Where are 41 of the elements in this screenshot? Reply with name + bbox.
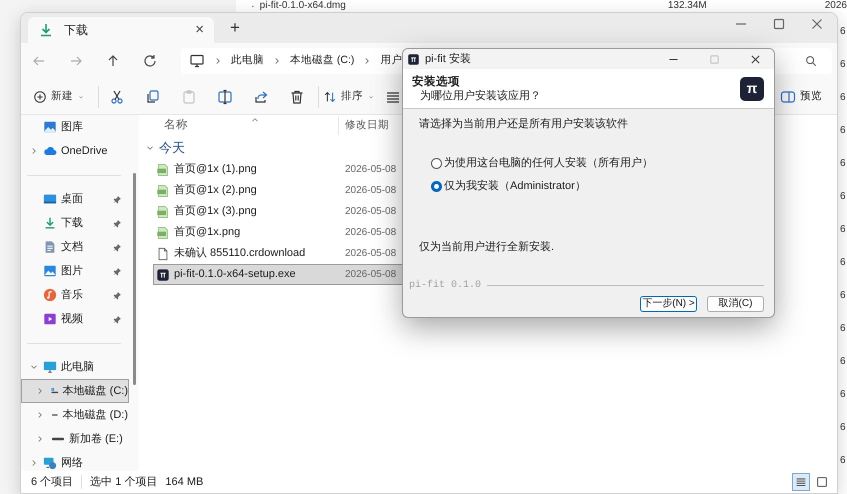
dialog-title: pi-fit 安装 — [425, 52, 471, 67]
cut-text: 6 — [840, 388, 846, 402]
date-cell-text: 2026-05-08 — [344, 205, 396, 219]
date-cell-text: 2026-05-08 — [344, 247, 396, 261]
cut-text: 6 — [840, 58, 846, 72]
file-name: 首页@1x (2).png — [174, 183, 257, 198]
prompt-text: 请选择为当前用户还是所有用户安装该软件 — [419, 117, 629, 131]
selection-count: 选中 1 个项目 — [90, 474, 158, 490]
cut-text: 6 — [840, 256, 846, 270]
cut-text: 6 — [840, 454, 846, 468]
selection-size: 164 MB — [165, 474, 204, 490]
file-name: 首页@1x (3).png — [174, 204, 257, 220]
file-name: 未确认 855110.crdownload — [174, 246, 306, 262]
tab-label: 下载 — [64, 22, 89, 39]
cut-text: 6 — [840, 355, 846, 369]
item-count: 6 个项目 — [31, 474, 74, 490]
date-cell-text: 2026-05-08 — [344, 226, 396, 240]
file-size: 132.34M — [668, 0, 707, 12]
option-label: 为使用这台电脑的任何人安装（所有用户） — [444, 156, 653, 170]
file-date: 2026 — [824, 0, 847, 12]
date-cell-text: 2026-05-08 — [344, 268, 396, 282]
date-cell-text: 2026-05-08 — [344, 184, 396, 198]
logo: π — [740, 76, 764, 100]
file-name: 首页@1x.png — [174, 225, 240, 240]
dialog-heading: 安装选项 — [412, 74, 461, 88]
dialog-subheading: 为哪位用户安装该应用？ — [420, 88, 541, 102]
cut-text: 6 — [840, 289, 846, 303]
note-text: 仅为当前用户进行全新安装. — [419, 240, 556, 254]
cut-text: 6 — [840, 25, 846, 39]
cut-text: 6 — [840, 223, 846, 237]
cut-text: 6 — [840, 157, 846, 171]
cut-text: 6 — [840, 322, 846, 336]
cut-text: 6 — [840, 124, 846, 138]
cut-text: 6 — [840, 190, 846, 204]
file-name: 首页@1x (1).png — [174, 162, 257, 178]
date-cell-text: 2026-05-08 — [344, 163, 396, 177]
cut-text: 6 — [840, 91, 846, 105]
option-label: 仅为我安装（Administrator） — [444, 179, 586, 193]
file-name: pi-fit-0.1.0-x64.dmg — [260, 0, 346, 12]
file-name: pi-fit-0.1.0-x64-setup.exe — [174, 267, 296, 282]
cut-text: 6 — [840, 421, 846, 435]
